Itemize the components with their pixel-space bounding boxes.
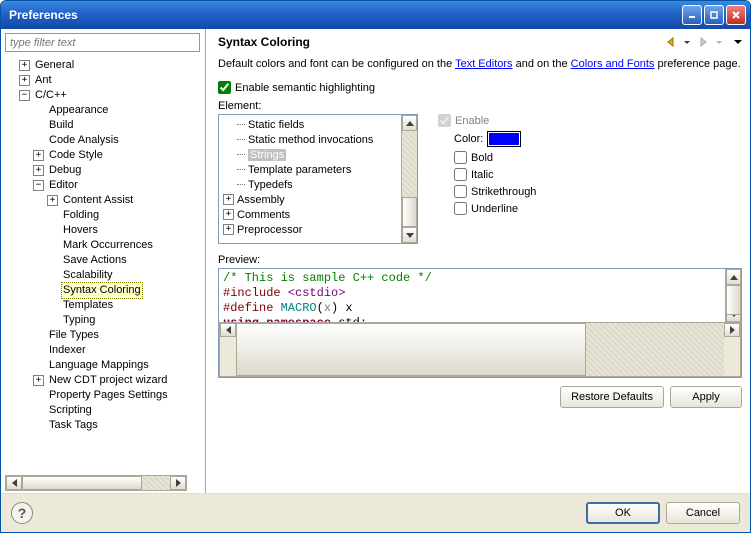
cancel-button[interactable]: Cancel	[666, 502, 740, 524]
tree-item-scripting[interactable]: Scripting	[47, 403, 94, 418]
element-item[interactable]: Template parameters	[248, 164, 351, 176]
tree-item-ant[interactable]: Ant	[33, 73, 54, 88]
tree-item-file-types[interactable]: File Types	[47, 328, 101, 343]
ok-button[interactable]: OK	[586, 502, 660, 524]
collapse-icon[interactable]: −	[33, 180, 44, 191]
element-item[interactable]: Typedefs	[248, 179, 293, 191]
close-button[interactable]	[726, 5, 746, 25]
scroll-up-icon[interactable]	[726, 269, 741, 285]
element-item-strings[interactable]: Strings	[248, 149, 286, 161]
color-button[interactable]	[487, 131, 521, 147]
tree-item-save-actions[interactable]: Save Actions	[61, 253, 129, 268]
maximize-button[interactable]	[704, 5, 724, 25]
expand-icon[interactable]: +	[19, 75, 30, 86]
tree-item-syntax-coloring[interactable]: Syntax Coloring	[61, 282, 143, 299]
enable-style-label: Enable	[455, 115, 489, 127]
element-item[interactable]: Assembly	[237, 194, 285, 206]
preview-vscrollbar[interactable]	[725, 269, 741, 322]
tree-item-content-assist[interactable]: Content Assist	[61, 193, 135, 208]
tree-item-editor[interactable]: Editor	[47, 178, 80, 193]
restore-defaults-button[interactable]: Restore Defaults	[560, 386, 664, 408]
italic-checkbox[interactable]	[454, 168, 467, 181]
enable-style-checkbox	[438, 114, 451, 127]
expand-icon[interactable]: +	[223, 194, 234, 205]
element-item[interactable]: Comments	[237, 209, 290, 221]
expand-icon[interactable]: +	[223, 209, 234, 220]
scroll-left-icon[interactable]	[220, 323, 236, 337]
element-item[interactable]: Preprocessor	[237, 224, 302, 236]
tree-item-code-analysis[interactable]: Code Analysis	[47, 133, 121, 148]
bold-checkbox[interactable]	[454, 151, 467, 164]
minimize-button[interactable]	[682, 5, 702, 25]
element-item[interactable]: Static fields	[248, 119, 304, 131]
scroll-up-icon[interactable]	[402, 115, 417, 131]
forward-button[interactable]	[696, 35, 710, 49]
expand-icon[interactable]: +	[33, 375, 44, 386]
expand-icon[interactable]: +	[223, 224, 234, 235]
expand-icon[interactable]: +	[19, 60, 30, 71]
scroll-left-icon[interactable]	[6, 476, 22, 490]
page-title: Syntax Coloring	[218, 35, 664, 49]
text-editors-link[interactable]: Text Editors	[455, 58, 512, 70]
expand-icon[interactable]: +	[33, 150, 44, 161]
tree-item-templates[interactable]: Templates	[61, 298, 115, 313]
italic-label: Italic	[471, 169, 494, 181]
enable-semantic-label: Enable semantic highlighting	[235, 82, 375, 94]
element-list[interactable]: Static fields Static method invocations …	[218, 114, 418, 244]
description-text: Default colors and font can be configure…	[218, 57, 742, 71]
bold-label: Bold	[471, 152, 493, 164]
preview-hscrollbar[interactable]	[219, 322, 741, 377]
tree-item-general[interactable]: General	[33, 58, 76, 73]
tree-item-indexer[interactable]: Indexer	[47, 343, 88, 358]
preview-box: /* This is sample C++ code */ #include <…	[218, 268, 742, 378]
color-label: Color:	[454, 133, 483, 145]
tree-hscrollbar[interactable]	[5, 475, 187, 491]
chevron-down-icon[interactable]	[684, 41, 690, 44]
tree-item-appearance[interactable]: Appearance	[47, 103, 110, 118]
tree-item-lang-mappings[interactable]: Language Mappings	[47, 358, 151, 373]
scroll-right-icon[interactable]	[724, 323, 740, 337]
tree-item-typing[interactable]: Typing	[61, 313, 97, 328]
tree-item-hovers[interactable]: Hovers	[61, 223, 100, 238]
preview-label: Preview:	[218, 254, 742, 266]
scroll-down-icon[interactable]	[402, 227, 417, 243]
strikethrough-checkbox[interactable]	[454, 185, 467, 198]
window-title: Preferences	[5, 8, 682, 22]
preview-code: /* This is sample C++ code */ #include <…	[219, 269, 725, 322]
collapse-icon[interactable]: −	[19, 90, 30, 101]
menu-chevron-icon[interactable]	[734, 40, 742, 44]
tree-item-ccpp[interactable]: C/C++	[33, 88, 69, 103]
element-label: Element:	[218, 100, 742, 112]
help-icon[interactable]: ?	[11, 502, 33, 524]
strikethrough-label: Strikethrough	[471, 186, 536, 198]
enable-semantic-checkbox[interactable]	[218, 81, 231, 94]
element-vscrollbar[interactable]	[401, 115, 417, 243]
element-item[interactable]: Static method invocations	[248, 134, 373, 146]
tree-item-prop-pages[interactable]: Property Pages Settings	[47, 388, 170, 403]
tree-item-folding[interactable]: Folding	[61, 208, 101, 223]
underline-checkbox[interactable]	[454, 202, 467, 215]
tree-item-new-cdt[interactable]: New CDT project wizard	[47, 373, 169, 388]
expand-icon[interactable]: +	[33, 165, 44, 176]
chevron-down-icon[interactable]	[716, 41, 722, 44]
apply-button[interactable]: Apply	[670, 386, 742, 408]
tree-item-build[interactable]: Build	[47, 118, 75, 133]
colors-fonts-link[interactable]: Colors and Fonts	[571, 58, 655, 70]
filter-input[interactable]	[5, 33, 200, 52]
tree-item-mark-occurrences[interactable]: Mark Occurrences	[61, 238, 155, 253]
preferences-tree[interactable]: +General +Ant −C/C++ Appearance Build Co…	[5, 56, 203, 475]
title-bar: Preferences	[1, 1, 750, 29]
tree-item-code-style[interactable]: Code Style	[47, 148, 105, 163]
back-button[interactable]	[664, 35, 678, 49]
tree-item-task-tags[interactable]: Task Tags	[47, 418, 100, 433]
scroll-right-icon[interactable]	[170, 476, 186, 490]
tree-item-debug[interactable]: Debug	[47, 163, 83, 178]
tree-item-scalability[interactable]: Scalability	[61, 268, 115, 283]
underline-label: Underline	[471, 203, 518, 215]
expand-icon[interactable]: +	[47, 195, 58, 206]
